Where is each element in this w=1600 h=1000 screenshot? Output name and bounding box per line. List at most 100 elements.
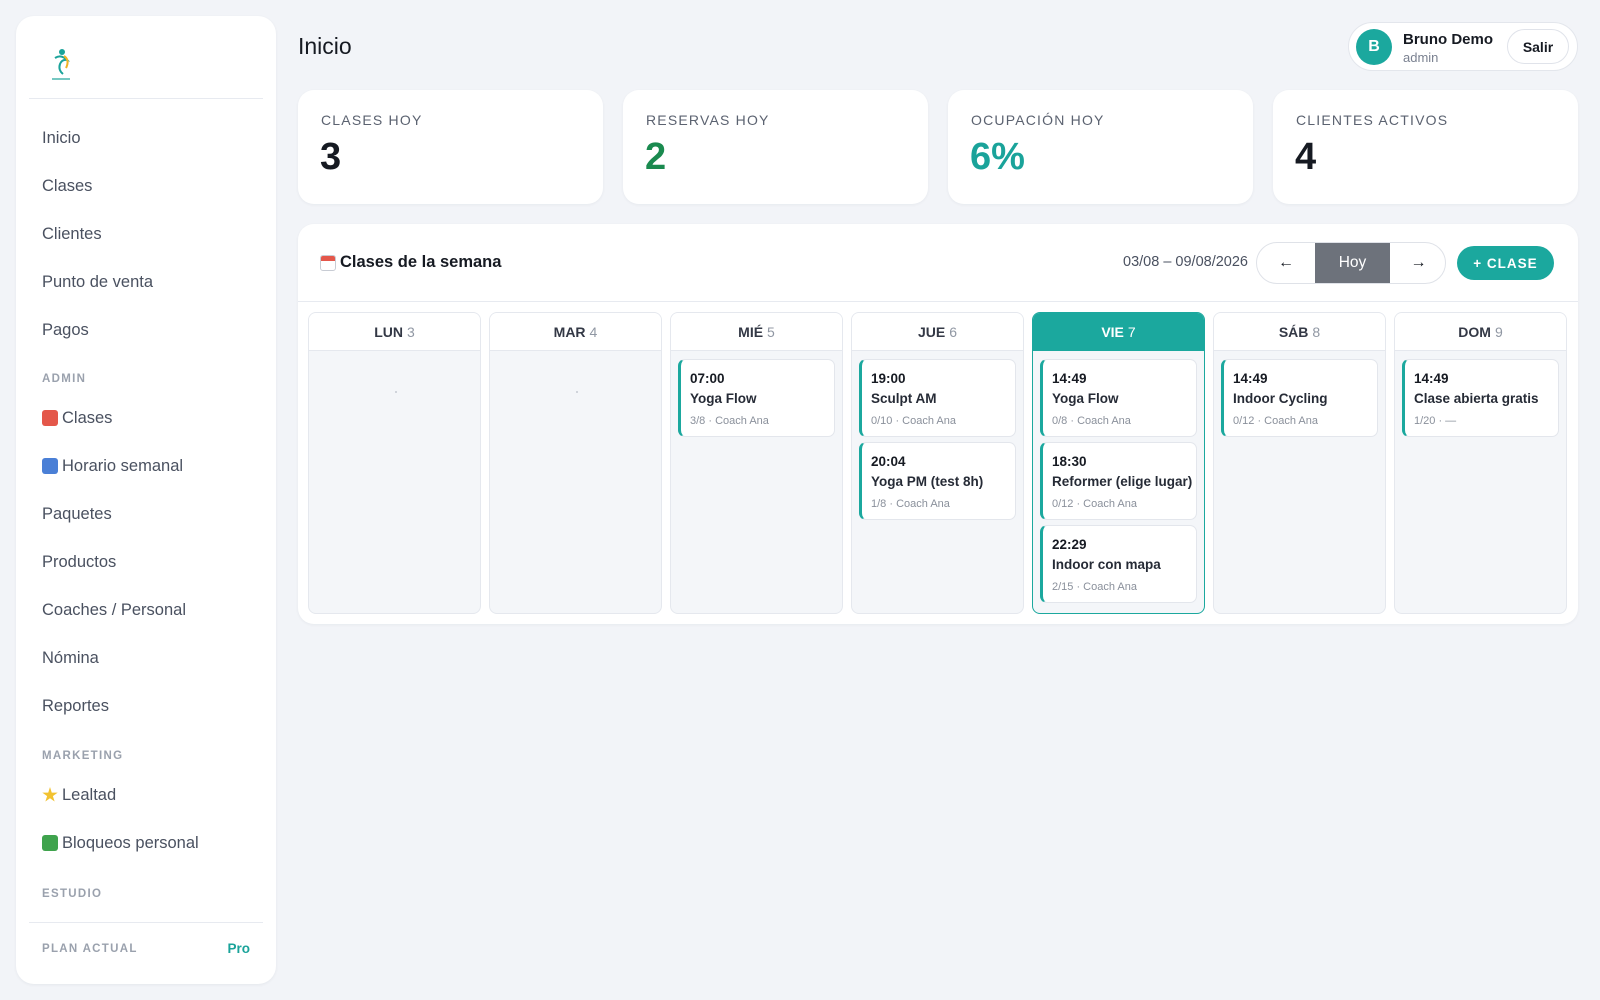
class-name: Reformer (elige lugar) <box>1052 474 1193 489</box>
sidebar-item-nómina[interactable]: Nómina <box>42 648 99 668</box>
user-role: admin <box>1403 50 1439 65</box>
day-header[interactable]: LUN 3 <box>309 313 480 351</box>
user-name: Bruno Demo <box>1403 31 1493 48</box>
stat-value: 4 <box>1295 136 1317 178</box>
class-name: Yoga Flow <box>690 391 757 406</box>
sidebar-item-bloqueos-personal[interactable]: Bloqueos personal <box>42 833 199 853</box>
sidebar-item-inicio[interactable]: Inicio <box>42 128 81 148</box>
section-admin: ADMIN <box>42 373 87 385</box>
class-card[interactable]: 14:49 Yoga Flow 0/8 · Coach Ana <box>1040 359 1197 437</box>
day-column-sáb: SÁB 8 14:49 Indoor Cycling 0/12 · Coach Ana <box>1213 312 1386 614</box>
class-meta: 1/20 · — <box>1414 415 1457 427</box>
day-number: 4 <box>589 323 598 340</box>
day-header[interactable]: MAR 4 <box>490 313 661 351</box>
class-card[interactable]: 19:00 Sculpt AM 0/10 · Coach Ana <box>859 359 1016 437</box>
stat-label: RESERVAS HOY <box>646 112 770 128</box>
sidebar-item-label: Lealtad <box>62 786 117 804</box>
sidebar-item-label: Paquetes <box>42 505 112 523</box>
day-header[interactable]: JUE 6 <box>852 313 1023 351</box>
sidebar-item-pagos[interactable]: Pagos <box>42 320 89 340</box>
sidebar-item-reportes[interactable]: Reportes <box>42 696 109 716</box>
yoga-logo[interactable] <box>49 46 73 84</box>
sidebar-item-label: Punto de venta <box>42 273 154 291</box>
day-column-mié: MIÉ 5 07:00 Yoga Flow 3/8 · Coach Ana <box>670 312 843 614</box>
class-time: 20:04 <box>871 454 906 469</box>
class-card[interactable]: 22:29 Indoor con mapa 2/15 · Coach Ana <box>1040 525 1197 603</box>
class-name: Clase abierta gratis <box>1414 391 1539 406</box>
sidebar-item-paquetes[interactable]: Paquetes <box>42 504 112 524</box>
day-header[interactable]: VIE 7 <box>1033 313 1204 351</box>
day-number: 3 <box>406 323 415 340</box>
day-name: DOM <box>1458 323 1491 340</box>
empty-marker <box>575 391 578 393</box>
stat-label: OCUPACIÓN HOY <box>971 112 1105 128</box>
class-meta: 0/8 · Coach Ana <box>1052 415 1131 427</box>
day-column-mar: MAR 4 <box>489 312 662 614</box>
class-card[interactable]: 18:30 Reformer (elige lugar) 0/12 · Coach … <box>1040 442 1197 520</box>
sidebar-item-clases[interactable]: Clases <box>42 176 92 196</box>
avatar: B <box>1356 29 1392 65</box>
sidebar-item-label: Nómina <box>42 649 99 667</box>
class-time: 19:00 <box>871 371 906 386</box>
sidebar-item-label: Inicio <box>42 129 81 147</box>
add-class-button[interactable]: + CLASE <box>1457 246 1554 280</box>
class-time: 18:30 <box>1052 454 1087 469</box>
plan-value[interactable]: Pro <box>227 941 250 956</box>
panel-title-text: Clases de la semana <box>340 253 502 271</box>
day-name: JUE <box>917 323 946 340</box>
empty-marker <box>394 391 397 393</box>
sidebar-item-horario-semanal[interactable]: Horario semanal <box>42 456 183 476</box>
page-title: Inicio <box>298 33 352 59</box>
day-name: VIE <box>1101 323 1124 340</box>
stat-label: CLIENTES ACTIVOS <box>1296 112 1449 128</box>
class-time: 14:49 <box>1233 371 1268 386</box>
sidebar-item-label: Pagos <box>42 321 89 339</box>
day-header[interactable]: MIÉ 5 <box>671 313 842 351</box>
day-name: SÁB <box>1278 323 1309 340</box>
class-name: Yoga PM (test 8h) <box>871 474 984 489</box>
star-icon <box>42 787 58 802</box>
sidebar-item-label: Horario semanal <box>62 457 184 475</box>
sidebar-item-coaches-personal[interactable]: Coaches / Personal <box>42 600 186 620</box>
class-meta: 1/8 · Coach Ana <box>871 498 950 510</box>
day-header[interactable]: DOM 9 <box>1395 313 1566 351</box>
sidebar-item-clientes[interactable]: Clientes <box>42 224 102 244</box>
class-card[interactable]: 20:04 Yoga PM (test 8h) 1/8 · Coach Ana <box>859 442 1016 520</box>
class-card[interactable]: 07:00 Yoga Flow 3/8 · Coach Ana <box>678 359 835 437</box>
stat-card: CLIENTES ACTIVOS 4 <box>1273 90 1578 204</box>
sidebar-item-label: Bloqueos personal <box>62 834 199 852</box>
panel-title: Clases de la semana <box>320 253 501 272</box>
day-number: 7 <box>1127 323 1136 340</box>
user-menu[interactable]: B Bruno Demo admin Salir <box>1348 22 1578 71</box>
today-button[interactable]: Hoy <box>1315 243 1390 283</box>
palm-tree-icon <box>42 835 58 851</box>
class-time: 22:29 <box>1052 537 1087 552</box>
week-navigation: ← Hoy → <box>1256 242 1446 284</box>
sidebar-item-productos[interactable]: Productos <box>42 552 116 572</box>
class-card[interactable]: 14:49 Clase abierta gratis 1/20 · — <box>1402 359 1559 437</box>
day-name: LUN <box>374 323 403 340</box>
class-time: 14:49 <box>1052 371 1087 386</box>
class-time: 14:49 <box>1414 371 1449 386</box>
logo-area <box>29 16 263 99</box>
class-card[interactable]: 14:49 Indoor Cycling 0/12 · Coach Ana <box>1221 359 1378 437</box>
logout-button[interactable]: Salir <box>1507 29 1569 64</box>
stat-value: 6% <box>970 136 1025 178</box>
class-meta: 0/12 · Coach Ana <box>1233 415 1319 427</box>
day-header[interactable]: SÁB 8 <box>1214 313 1385 351</box>
class-meta: 0/10 · Coach Ana <box>871 415 957 427</box>
class-meta: 3/8 · Coach Ana <box>690 415 769 427</box>
sidebar-item-clases[interactable]: Clases <box>42 408 112 428</box>
stat-card: OCUPACIÓN HOY 6% <box>948 90 1253 204</box>
day-column-vie: VIE 7 14:49 Yoga Flow 0/8 · Coach Ana 18:30 Re… <box>1032 312 1205 614</box>
repeat-icon <box>42 458 58 474</box>
panel-header: Clases de la semana 03/08 – 09/08/2026 ←… <box>298 224 1578 302</box>
day-number: 9 <box>1494 323 1503 340</box>
stat-value: 3 <box>320 136 342 178</box>
section-estudio: ESTUDIO <box>42 888 103 900</box>
sidebar-item-punto-de-venta[interactable]: Punto de venta <box>42 272 153 292</box>
sidebar-item-lealtad[interactable]: Lealtad <box>42 785 116 805</box>
prev-week-button[interactable]: ← <box>1257 243 1315 283</box>
next-week-button[interactable]: → <box>1390 243 1445 283</box>
plan-footer: PLAN ACTUAL Pro <box>29 922 263 984</box>
